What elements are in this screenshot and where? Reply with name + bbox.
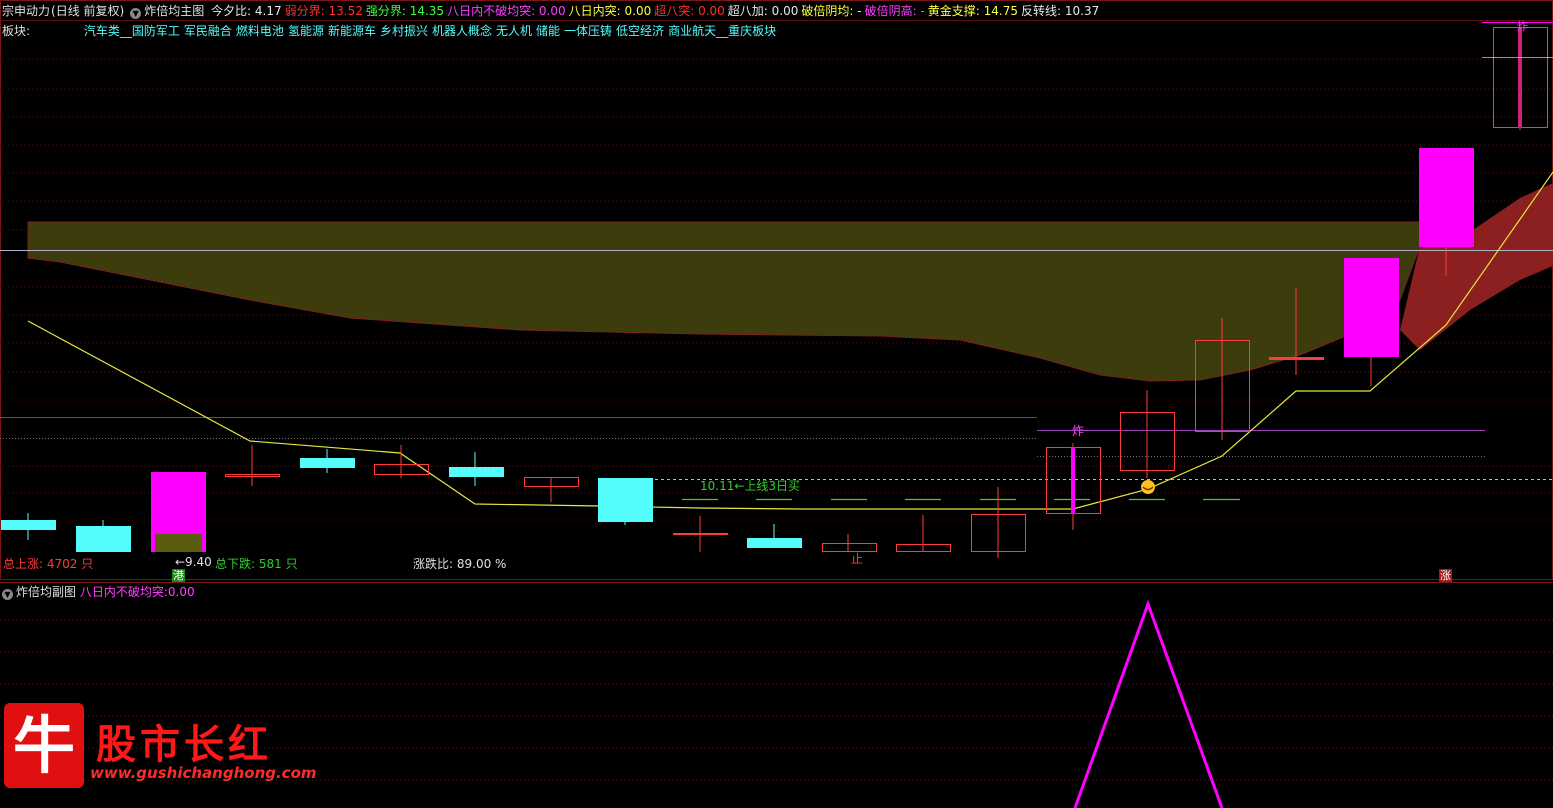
up-down-ratio: 涨跌比: 89.00 % bbox=[413, 557, 507, 571]
total-up: 总上涨: 4702 只 bbox=[3, 557, 94, 571]
board-separator: __ bbox=[119, 24, 132, 38]
dropdown-icon[interactable]: ▼ bbox=[2, 589, 13, 600]
candle[interactable] bbox=[1, 520, 56, 530]
period-label: (日线 前复权) bbox=[51, 4, 125, 18]
candle[interactable] bbox=[76, 526, 131, 552]
main-header: 宗申动力(日线 前复权) ▼ 炸倍均主图 今夕比: 4.17 弱分界: 13.52 强分… bbox=[2, 3, 1105, 19]
header-item: 超八加: 0.00 bbox=[727, 4, 799, 18]
candle[interactable] bbox=[747, 538, 802, 548]
total-down: 总下跌: 581 只 bbox=[215, 557, 298, 571]
board-items: 汽车类__国防军工 军民融合 燃料电池 氢能源 新能源车 乡村振兴 机器人概念 无人机 储能 一体… bbox=[84, 24, 780, 38]
sub-header: ▼ 炸倍均副图 八日内不破均突:0.00 bbox=[2, 584, 195, 600]
header-item: 破倍阴均: - bbox=[801, 4, 862, 18]
board-separator: __ bbox=[716, 24, 729, 38]
stock-name[interactable]: 宗申动力 bbox=[2, 4, 50, 18]
dropdown-icon[interactable]: ▼ bbox=[130, 8, 142, 19]
zha-marker-top: 炸 bbox=[1517, 20, 1528, 33]
ma-band-olive bbox=[27, 221, 1421, 382]
candlestick-chart[interactable] bbox=[0, 0, 1553, 808]
bull-logo-icon: 牛 bbox=[4, 703, 84, 788]
stop-marker: 止 bbox=[851, 552, 864, 566]
sub-value: 0.00 bbox=[167, 585, 195, 599]
sub-indicator-name[interactable]: 炸倍均副图 bbox=[16, 585, 76, 599]
candle[interactable] bbox=[1269, 357, 1324, 360]
board-item[interactable]: 燃料电池 bbox=[236, 24, 284, 38]
buy-signal-label: 10.11←上线3日买 bbox=[700, 479, 801, 493]
board-list: 板块: 汽车类__国防军工 军民融合 燃料电池 氢能源 新能源车 乡村振兴 机器人概念 无人机… bbox=[2, 23, 780, 39]
candle[interactable] bbox=[449, 467, 504, 477]
board-item[interactable]: 重庆板块 bbox=[728, 24, 776, 38]
board-item[interactable]: 储能 bbox=[536, 24, 560, 38]
indicator-name[interactable]: 炸倍均主图 bbox=[144, 4, 204, 18]
logo-url: www.gushichanghong.com bbox=[90, 764, 317, 782]
zhang-tag: 涨 bbox=[1439, 569, 1452, 582]
header-values: 今夕比: 4.17 弱分界: 13.52 强分界: 14.35 八日内不破均突: 0.… bbox=[211, 4, 1102, 18]
board-item[interactable]: 军民融合 bbox=[184, 24, 232, 38]
sub-value-label: 八日内不破均突: bbox=[79, 585, 168, 599]
header-item: 超八突: 0.00 bbox=[654, 4, 725, 18]
header-item: 八日内突: 0.00 bbox=[568, 4, 652, 18]
header-item: 八日内不破均突: 0.00 bbox=[447, 4, 566, 18]
gang-tag: 港 bbox=[172, 569, 185, 582]
candle[interactable] bbox=[1419, 148, 1474, 247]
board-item[interactable]: 汽车类 bbox=[84, 24, 120, 38]
board-item[interactable]: 国防军工 bbox=[132, 24, 180, 38]
grid bbox=[0, 58, 1553, 781]
candle-overlay bbox=[155, 534, 202, 552]
board-item[interactable]: 乡村振兴 bbox=[380, 24, 428, 38]
board-label: 板块: bbox=[2, 24, 31, 38]
header-item: 今夕比: 4.17 bbox=[211, 4, 282, 18]
candle[interactable] bbox=[300, 458, 355, 468]
sub-indicator-line bbox=[1073, 599, 1224, 808]
board-item[interactable]: 低空经济 bbox=[616, 24, 664, 38]
candle[interactable] bbox=[1344, 258, 1399, 357]
board-item[interactable]: 机器人概念 bbox=[432, 24, 492, 38]
board-item[interactable]: 商业航天 bbox=[668, 24, 716, 38]
board-item[interactable]: 新能源车 bbox=[328, 24, 376, 38]
header-item: 黄金支撑: 14.75 bbox=[927, 4, 1018, 18]
header-item: 强分界: 14.35 bbox=[365, 4, 445, 18]
smile-icon bbox=[1141, 480, 1155, 494]
board-item[interactable]: 一体压铸 bbox=[564, 24, 612, 38]
header-item: 破倍阴高: - bbox=[864, 4, 925, 18]
board-item[interactable]: 无人机 bbox=[496, 24, 532, 38]
zha-marker: 炸 bbox=[1072, 424, 1085, 438]
candle[interactable] bbox=[673, 533, 728, 535]
candle[interactable] bbox=[598, 478, 653, 522]
candle[interactable] bbox=[822, 543, 877, 552]
logo-title: 股市长红 bbox=[96, 721, 272, 768]
header-item: 弱分界: 13.52 bbox=[284, 4, 363, 18]
header-item: 反转线: 10.37 bbox=[1021, 4, 1100, 18]
board-item[interactable]: 氢能源 bbox=[288, 24, 324, 38]
low-price-label: ←9.40 bbox=[175, 555, 212, 569]
